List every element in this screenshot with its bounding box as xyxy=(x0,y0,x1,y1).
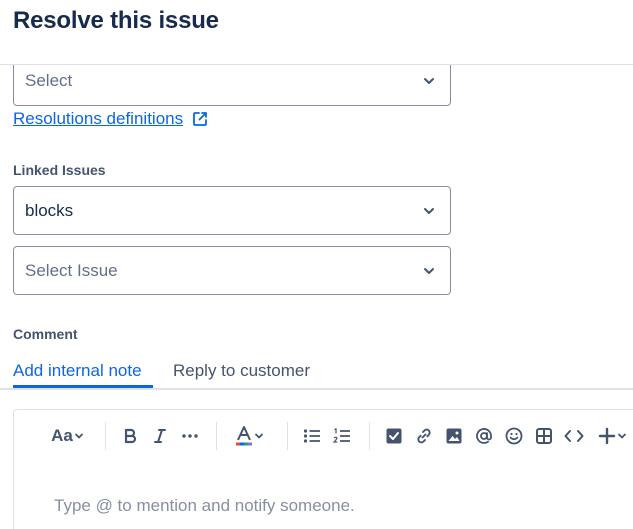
table-icon xyxy=(536,428,552,444)
bullet-list-icon xyxy=(303,429,320,443)
italic-icon xyxy=(154,429,166,443)
insert-plus-icon xyxy=(598,427,616,445)
editor-toolbar: Aa xyxy=(14,410,633,462)
text-color-icon xyxy=(236,426,252,446)
image-button[interactable] xyxy=(443,424,465,448)
tab-reply-to-customer[interactable]: Reply to customer xyxy=(173,361,310,381)
issue-select-placeholder: Select Issue xyxy=(25,260,118,280)
numbered-list-icon xyxy=(333,428,350,443)
tab-add-internal-note[interactable]: Add internal note xyxy=(13,361,142,381)
link-type-select[interactable]: blocks xyxy=(13,186,451,235)
bold-button[interactable] xyxy=(119,424,141,448)
resolution-select-placeholder: Select xyxy=(25,70,73,90)
dialog-header: Resolve this issue xyxy=(0,0,633,65)
active-tab-indicator xyxy=(13,385,153,388)
link-type-value: blocks xyxy=(25,200,74,220)
link-icon xyxy=(417,428,431,444)
code-button[interactable] xyxy=(563,424,585,448)
text-style-label: Aa xyxy=(51,426,73,445)
toolbar-divider xyxy=(369,422,370,450)
table-button[interactable] xyxy=(533,424,555,448)
action-item-button[interactable] xyxy=(383,424,405,448)
text-style-dropdown[interactable]: Aa xyxy=(48,424,88,448)
linked-issues-label: Linked Issues xyxy=(13,162,106,178)
toolbar-divider xyxy=(287,422,288,450)
chevron-down-icon xyxy=(424,267,434,274)
dialog-title: Resolve this issue xyxy=(13,7,219,34)
chevron-down-icon xyxy=(74,433,83,439)
insert-menu-button[interactable] xyxy=(593,424,633,448)
comment-editor[interactable]: Aa Type @ to mention and notify someone. xyxy=(13,409,633,529)
chevron-down-icon xyxy=(424,77,434,84)
emoji-button[interactable] xyxy=(503,424,525,448)
text-color-dropdown[interactable] xyxy=(230,424,270,448)
image-icon xyxy=(446,428,462,444)
chevron-down-icon xyxy=(424,207,434,214)
link-button[interactable] xyxy=(413,424,435,448)
issue-select[interactable]: Select Issue xyxy=(13,246,451,295)
chevron-down-icon xyxy=(618,433,626,439)
comment-label: Comment xyxy=(13,326,78,342)
chevron-down-icon xyxy=(255,433,263,439)
more-formatting-icon xyxy=(182,434,198,438)
bold-icon xyxy=(124,428,137,444)
resolutions-definitions-link[interactable]: Resolutions definitions xyxy=(13,109,209,129)
resolutions-definitions-label: Resolutions definitions xyxy=(13,109,184,128)
toolbar-divider xyxy=(105,422,106,450)
numbered-list-button[interactable] xyxy=(331,424,353,448)
comment-tabs: Add internal note Reply to customer xyxy=(0,358,633,390)
checkbox-icon xyxy=(386,428,402,444)
code-icon xyxy=(564,430,584,442)
toolbar-divider xyxy=(216,422,217,450)
more-formatting-button[interactable] xyxy=(179,424,201,448)
italic-button[interactable] xyxy=(149,424,171,448)
bullet-list-button[interactable] xyxy=(301,424,323,448)
external-link-icon xyxy=(193,112,208,126)
mention-icon xyxy=(476,428,492,444)
mention-button[interactable] xyxy=(473,424,495,448)
emoji-icon xyxy=(505,427,523,445)
editor-placeholder: Type @ to mention and notify someone. xyxy=(54,496,355,515)
